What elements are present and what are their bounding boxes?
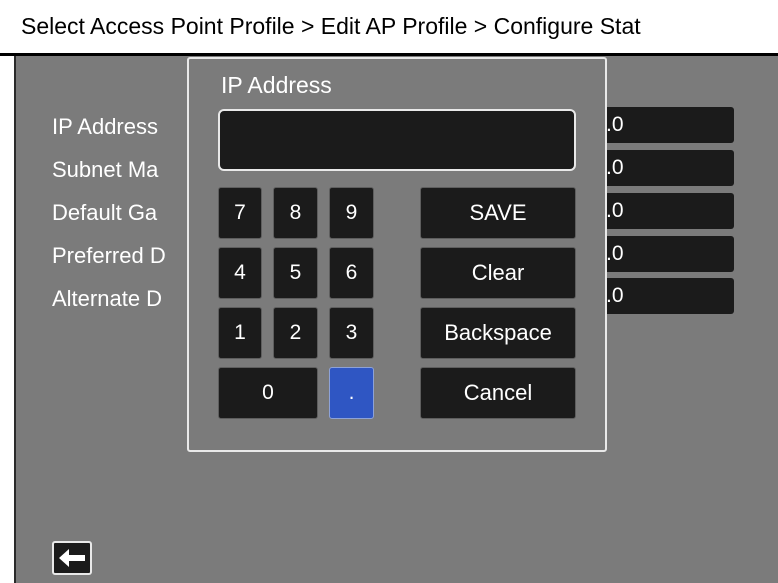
preferred-dns-label: Preferred D [52,243,166,268]
alternate-dns-field[interactable]: .0 [602,278,734,314]
title-bar: Select Access Point Profile > Edit AP Pr… [0,0,778,56]
content-area: IP Address Subnet Ma Default Ga Preferre… [14,56,778,583]
alternate-dns-label: Alternate D [52,286,163,311]
key-2[interactable]: 2 [273,307,318,359]
subnet-mask-field[interactable]: .0 [602,150,734,186]
dialog-title: IP Address [221,72,332,98]
key-1[interactable]: 1 [218,307,262,359]
screen: Select Access Point Profile > Edit AP Pr… [0,0,778,583]
back-button[interactable] [52,541,92,575]
key-dot[interactable]: . [329,367,374,419]
subnet-mask-label: Subnet Ma [52,157,159,182]
key-8[interactable]: 8 [273,187,318,239]
key-6[interactable]: 6 [329,247,374,299]
clear-button[interactable]: Clear [420,247,576,299]
default-gateway-field[interactable]: .0 [602,193,734,229]
key-5[interactable]: 5 [273,247,318,299]
cancel-button[interactable]: Cancel [420,367,576,419]
save-button[interactable]: SAVE [420,187,576,239]
ip-keypad-dialog: IP Address 7 8 9 4 5 6 1 2 3 0 . SAVE Cl… [187,57,607,452]
ip-address-field[interactable]: .0 [602,107,734,143]
key-0[interactable]: 0 [218,367,318,419]
key-3[interactable]: 3 [329,307,374,359]
default-gateway-label: Default Ga [52,200,158,225]
left-arrow-icon [59,549,85,567]
key-4[interactable]: 4 [218,247,262,299]
backspace-button[interactable]: Backspace [420,307,576,359]
key-9[interactable]: 9 [329,187,374,239]
ip-entry-display[interactable] [218,109,576,171]
key-7[interactable]: 7 [218,187,262,239]
preferred-dns-field[interactable]: .0 [602,236,734,272]
breadcrumb: Select Access Point Profile > Edit AP Pr… [21,13,641,39]
ip-address-label: IP Address [52,114,158,139]
